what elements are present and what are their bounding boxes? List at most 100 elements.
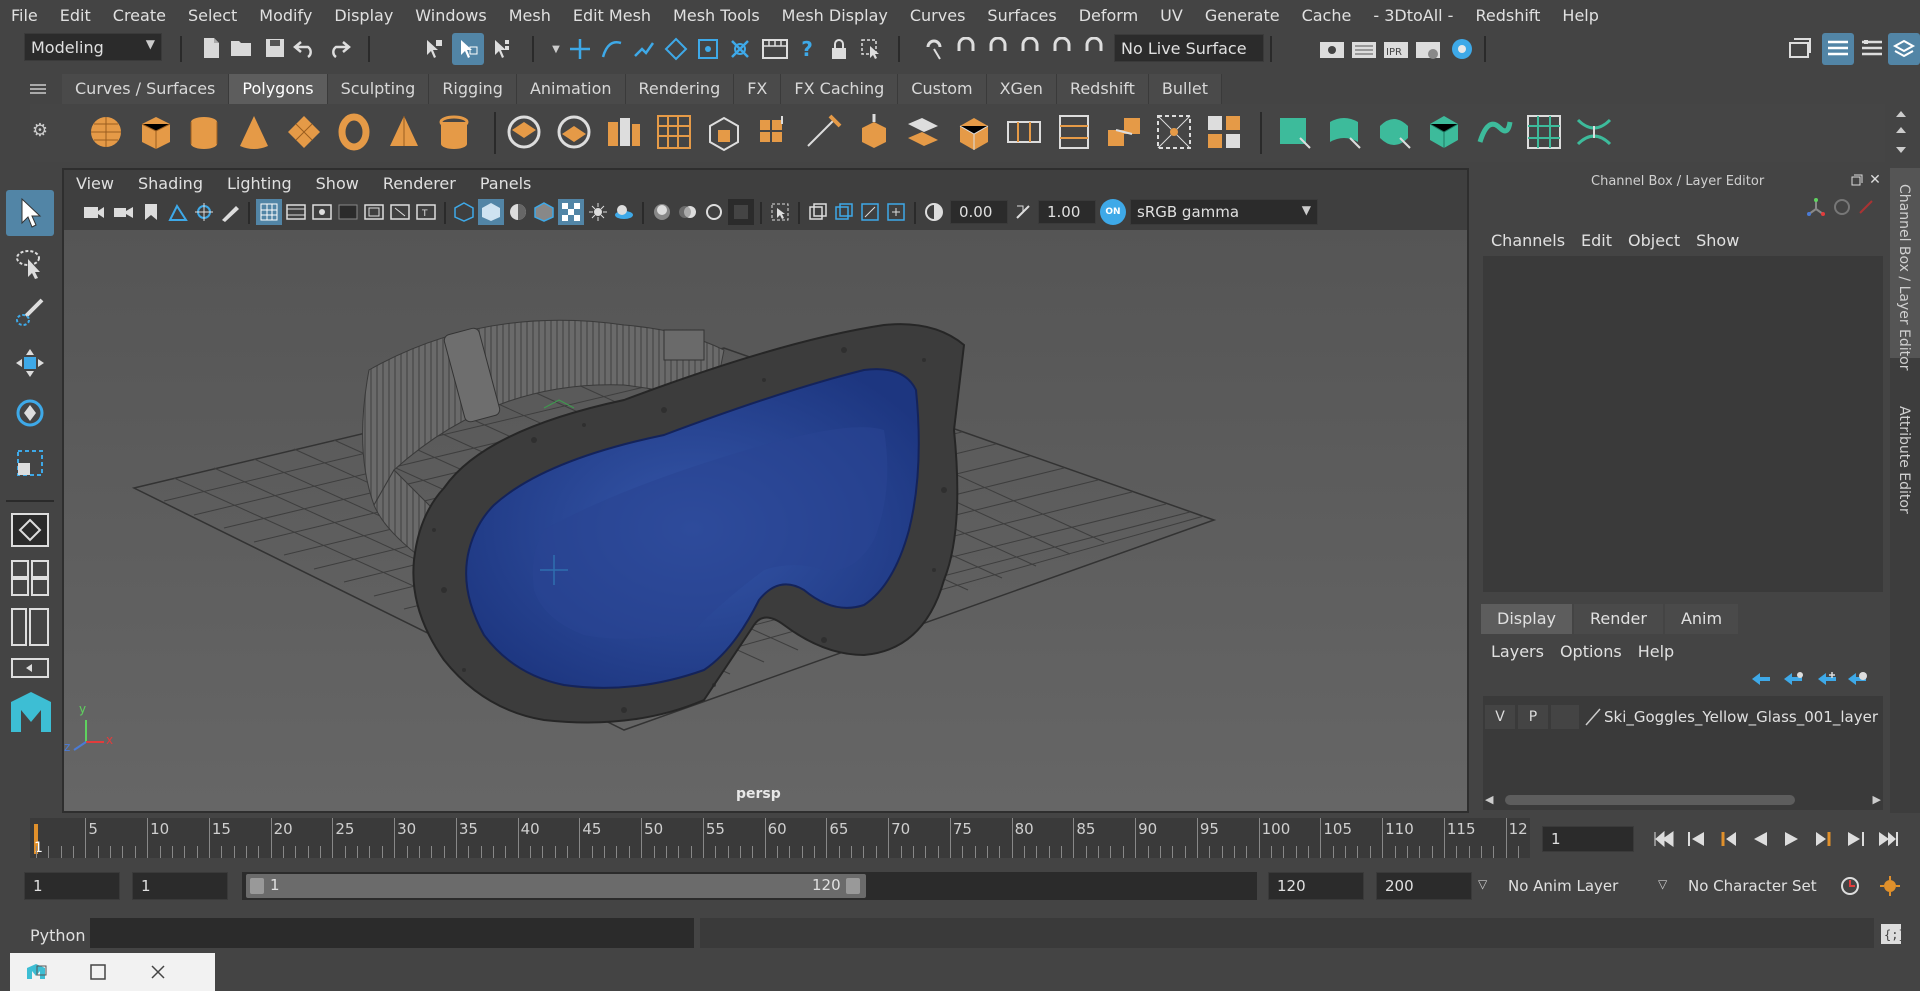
rotate-tool-icon[interactable]: [6, 390, 54, 436]
select-by-object-icon[interactable]: [452, 33, 484, 65]
go-to-end-icon[interactable]: [1874, 825, 1902, 853]
go-to-start-icon[interactable]: [1650, 825, 1678, 853]
combine-icon[interactable]: [504, 112, 544, 152]
move-tool-icon[interactable]: [6, 340, 54, 386]
resolution-gate-icon[interactable]: [310, 200, 334, 224]
snap-together-icon[interactable]: [920, 35, 948, 63]
shelf-tab-animation[interactable]: Animation: [516, 74, 626, 104]
close-icon[interactable]: ✕: [1867, 172, 1883, 188]
playback-end-field[interactable]: 120: [1268, 872, 1364, 900]
safe-title-icon[interactable]: T: [414, 200, 438, 224]
attribute-editor-side-tab[interactable]: Attribute Editor: [1896, 406, 1912, 514]
layer-menu-help[interactable]: Help: [1630, 642, 1682, 661]
undo-icon[interactable]: [292, 35, 318, 61]
layer-menu-options[interactable]: Options: [1552, 642, 1630, 661]
layer-playback-toggle[interactable]: P: [1518, 705, 1548, 729]
menu-item-edit-mesh[interactable]: Edit Mesh: [562, 6, 662, 25]
bridge-icon[interactable]: [904, 112, 944, 152]
viewport-menu-view[interactable]: View: [64, 174, 126, 193]
layer-tab-render[interactable]: Render: [1573, 604, 1663, 634]
snap-to-curve-icon[interactable]: [598, 35, 626, 63]
bookmark-icon[interactable]: [140, 200, 162, 224]
menu-item-cache[interactable]: Cache: [1291, 6, 1363, 25]
shelf-tab-bullet[interactable]: Bullet: [1148, 74, 1223, 104]
move-layer-down-icon[interactable]: [1781, 668, 1805, 690]
anti-aliasing-icon[interactable]: [702, 200, 726, 224]
insert-edge-loop-icon[interactable]: [1004, 112, 1044, 152]
multi-cut-icon[interactable]: [804, 112, 844, 152]
select-object-icon[interactable]: [858, 35, 884, 63]
gear-icon[interactable]: ⚙: [30, 118, 50, 142]
bevel-icon[interactable]: [754, 112, 794, 152]
render-icon[interactable]: [1318, 35, 1346, 63]
grid-toggle-icon[interactable]: [256, 199, 282, 225]
close-icon[interactable]: [146, 961, 170, 983]
backface-culling-icon[interactable]: [884, 200, 908, 224]
mirror-icon[interactable]: [654, 112, 694, 152]
separate-icon[interactable]: [554, 112, 594, 152]
lasso-tool-icon[interactable]: [6, 240, 54, 286]
select-tool-icon[interactable]: [6, 190, 54, 236]
layer-type-toggle[interactable]: [1551, 705, 1579, 729]
camera-icon[interactable]: [82, 200, 106, 224]
poly-pipe-icon[interactable]: [434, 112, 474, 152]
chevron-down-icon[interactable]: ▽: [1478, 877, 1487, 891]
step-back-icon[interactable]: [1682, 825, 1710, 853]
live-surface-field[interactable]: No Live Surface: [1114, 34, 1264, 62]
new-layer-from-selection-icon[interactable]: [1845, 668, 1869, 690]
menu-item-edit[interactable]: Edit: [49, 6, 102, 25]
menu-item-mesh[interactable]: Mesh: [498, 6, 562, 25]
outliner-layout-icon[interactable]: [10, 606, 50, 648]
depth-of-field-icon[interactable]: [728, 199, 754, 225]
script-language-label[interactable]: Python: [30, 926, 85, 945]
scene-end-field[interactable]: 200: [1376, 872, 1472, 900]
scale-tool-icon[interactable]: [6, 440, 54, 486]
anim-layer-selector[interactable]: No Anim Layer: [1500, 872, 1642, 900]
gamma-field[interactable]: 1.00: [1038, 200, 1096, 224]
sew-uv-icon[interactable]: [1574, 112, 1614, 152]
shelf-tab-custom[interactable]: Custom: [898, 74, 987, 104]
image-plane-icon[interactable]: [166, 200, 190, 224]
redo-icon[interactable]: [326, 35, 352, 61]
unfold-uv-icon[interactable]: [1474, 112, 1514, 152]
wireframe-on-shaded-icon[interactable]: [532, 200, 556, 224]
layer-name[interactable]: Ski_Goggles_Yellow_Glass_001_layer: [1604, 708, 1878, 726]
menu-item-3dtoall[interactable]: - 3DtoAll -: [1362, 6, 1464, 25]
shelf-scroll-arrows[interactable]: [1894, 108, 1908, 156]
chevron-down-icon[interactable]: ▼: [548, 35, 564, 63]
layer-tab-anim[interactable]: Anim: [1664, 604, 1739, 634]
playback-start-field[interactable]: 1: [132, 872, 228, 900]
menu-item-mesh-display[interactable]: Mesh Display: [771, 6, 899, 25]
time-slider[interactable]: 1 5 10 15 20 25 30 35 40 45 50 55 60 65 70 75 80 85 90 95 1…: [0, 813, 1920, 863]
menu-item-deform[interactable]: Deform: [1068, 6, 1149, 25]
hypershade-icon[interactable]: [1448, 35, 1476, 63]
layer-color-swatch[interactable]: [1582, 705, 1604, 729]
scrollbar-thumb[interactable]: [1505, 795, 1795, 805]
smooth-shade-icon[interactable]: [478, 199, 504, 225]
shelf-tab-fx-caching[interactable]: FX Caching: [781, 74, 899, 104]
chevron-down-icon[interactable]: ▽: [1658, 877, 1667, 891]
shelf-tab-fx[interactable]: FX: [734, 74, 782, 104]
poly-cube-icon[interactable]: [136, 112, 176, 152]
field-chart-icon[interactable]: [362, 200, 386, 224]
textured-icon[interactable]: [558, 199, 584, 225]
workspace-icon[interactable]: [1786, 35, 1814, 63]
camera-attributes-icon[interactable]: [112, 200, 136, 224]
viewport-menu-lighting[interactable]: Lighting: [215, 174, 304, 193]
default-material-icon[interactable]: [506, 200, 530, 224]
poly-sphere-icon[interactable]: [86, 112, 126, 152]
use-all-lights-icon[interactable]: [586, 200, 610, 224]
shelf-tab-xgen[interactable]: XGen: [986, 74, 1057, 104]
safe-action-icon[interactable]: [388, 200, 412, 224]
snap-to-point-icon[interactable]: [630, 35, 658, 63]
layer-tab-display[interactable]: Display: [1481, 604, 1572, 634]
range-slider-handle[interactable]: 1 120: [246, 874, 866, 898]
time-ruler[interactable]: 1 5 10 15 20 25 30 35 40 45 50 55 60 65 70 75 80 85 90 95 1…: [30, 818, 1530, 858]
fill-hole-icon[interactable]: [1204, 112, 1244, 152]
magnet-icon[interactable]: [1080, 35, 1108, 63]
scroll-left-icon[interactable]: ◀: [1485, 793, 1493, 806]
channel-box-menu-show[interactable]: Show: [1688, 231, 1747, 250]
motion-blur-icon[interactable]: [676, 200, 700, 224]
mode-selector[interactable]: Modeling ▼: [24, 33, 162, 61]
step-forward-icon[interactable]: [1842, 825, 1870, 853]
